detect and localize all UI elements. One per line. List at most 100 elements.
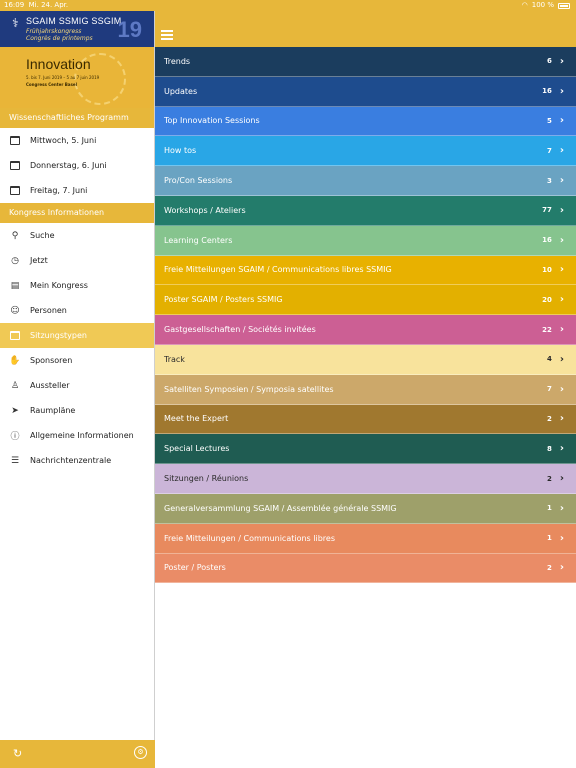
session-count-badge: 7 bbox=[547, 385, 552, 394]
session-type-row[interactable]: Updates 16 › bbox=[155, 76, 576, 107]
session-type-row[interactable]: Learning Centers 16 › bbox=[155, 225, 576, 256]
session-count-badge: 7 bbox=[547, 146, 552, 155]
sidebar-item-sitzungstypen[interactable]: Sitzungstypen bbox=[0, 323, 154, 348]
sidebar-day-item[interactable]: Freitag, 7. Juni bbox=[0, 178, 154, 203]
status-bar: 16:09 Mi. 24. Apr. ◠ 100 % bbox=[0, 0, 576, 11]
sidebar-item-label: Sitzungstypen bbox=[30, 331, 87, 340]
session-type-row[interactable]: Poster / Posters 2 › bbox=[155, 553, 576, 584]
handshake-icon: ✋ bbox=[9, 355, 21, 366]
chevron-right-icon: › bbox=[559, 204, 564, 216]
session-count-badge: 2 bbox=[547, 563, 552, 572]
sidebar-item-label: Nachrichtenzentrale bbox=[30, 456, 112, 465]
hamburger-menu-icon[interactable] bbox=[161, 30, 173, 40]
sidebar-item-label: Jetzt bbox=[30, 256, 48, 265]
info-icon: ⓘ bbox=[10, 432, 20, 442]
session-count-badge: 77 bbox=[542, 206, 552, 215]
chevron-right-icon: › bbox=[559, 115, 564, 127]
chevron-right-icon: › bbox=[559, 234, 564, 246]
session-type-row[interactable]: Poster SGAIM / Posters SSMIG 20 › bbox=[155, 285, 576, 316]
status-right: ◠ 100 % bbox=[522, 0, 570, 11]
session-type-row[interactable]: Track 4 › bbox=[155, 344, 576, 375]
sidebar-item-label: Personen bbox=[30, 306, 67, 315]
banner-subtitle-de: Frühjahrskongress bbox=[26, 28, 82, 35]
calendar-icon bbox=[10, 161, 20, 171]
chevron-right-icon: › bbox=[559, 175, 564, 187]
sidebar-item-suche[interactable]: ⚲ Suche bbox=[0, 223, 154, 248]
sidebar-item-mein-kongress[interactable]: ▤ Mein Kongress bbox=[0, 273, 154, 298]
session-type-row[interactable]: How tos 7 › bbox=[155, 136, 576, 167]
wifi-icon: ◠ bbox=[521, 1, 528, 9]
session-count-badge: 3 bbox=[547, 176, 552, 185]
sidebar-item-label: Allgemeine Informationen bbox=[30, 431, 134, 440]
session-type-row[interactable]: Freie Mitteilungen SGAIM / Communication… bbox=[155, 255, 576, 286]
session-count-badge: 1 bbox=[547, 534, 552, 543]
top-bar bbox=[155, 11, 576, 47]
chevron-right-icon: › bbox=[559, 353, 564, 365]
chevron-right-icon: › bbox=[559, 502, 564, 514]
sidebar-item-label: Aussteller bbox=[30, 381, 70, 390]
sidebar-item-jetzt[interactable]: ◷ Jetzt bbox=[0, 248, 154, 273]
sidebar-item-raumpläne[interactable]: ➤ Raumpläne bbox=[0, 398, 154, 423]
sidebar-item-personen[interactable]: ☺ Personen bbox=[0, 298, 154, 323]
clock-icon: ◷ bbox=[11, 255, 19, 266]
banner-title: Innovation bbox=[26, 56, 91, 72]
banner-org: SGAIM SSMIG SSGIM bbox=[26, 16, 122, 26]
session-type-label: Pro/Con Sessions bbox=[164, 176, 233, 186]
session-count-badge: 20 bbox=[542, 295, 552, 304]
session-type-label: Gastgesellschaften / Sociétés invitées bbox=[164, 325, 316, 335]
session-count-badge: 10 bbox=[542, 265, 552, 274]
session-count-badge: 5 bbox=[547, 116, 552, 125]
session-type-row[interactable]: Special Lectures 8 › bbox=[155, 434, 576, 465]
session-type-row[interactable]: Workshops / Ateliers 77 › bbox=[155, 195, 576, 226]
session-type-label: Track bbox=[164, 354, 185, 364]
status-time-date: 16:09 Mi. 24. Apr. bbox=[4, 1, 69, 9]
session-type-label: Meet the Expert bbox=[164, 414, 229, 424]
session-type-row[interactable]: Sitzungen / Réunions 2 › bbox=[155, 464, 576, 494]
session-type-row[interactable]: Meet the Expert 2 › bbox=[155, 404, 576, 435]
person-icon: ☺ bbox=[10, 305, 20, 316]
banner-subtitle-fr: Congrès de printemps bbox=[26, 35, 93, 42]
session-type-label: How tos bbox=[164, 146, 197, 156]
sidebar-day-item[interactable]: Mittwoch, 5. Juni bbox=[0, 128, 154, 153]
session-type-label: Learning Centers bbox=[164, 235, 233, 245]
sidebar-item-label: Suche bbox=[30, 231, 55, 240]
session-type-row[interactable]: Satelliten Symposien / Symposia satellit… bbox=[155, 374, 576, 405]
session-type-row[interactable]: Freie Mitteilungen / Communications libr… bbox=[155, 523, 576, 554]
session-type-label: Top Innovation Sessions bbox=[164, 116, 260, 126]
session-type-list: Trends 6 › Updates 16 › Top Innovation Session… bbox=[155, 47, 576, 584]
calendar-icon bbox=[10, 331, 20, 341]
banner-year: 19 bbox=[117, 17, 142, 42]
session-type-row[interactable]: Gastgesellschaften / Sociétés invitées 22… bbox=[155, 315, 576, 345]
session-count-badge: 16 bbox=[542, 87, 552, 96]
session-count-badge: 2 bbox=[547, 474, 552, 483]
chevron-right-icon: › bbox=[559, 562, 564, 574]
chevron-right-icon: › bbox=[559, 532, 564, 544]
calendar-icon bbox=[10, 186, 20, 196]
session-type-label: Special Lectures bbox=[164, 444, 230, 454]
book-icon: ▤ bbox=[10, 280, 20, 291]
sidebar-item-allgemeine-informationen[interactable]: ⓘ Allgemeine Informationen bbox=[0, 423, 154, 448]
sidebar-day-item[interactable]: Donnerstag, 6. Juni bbox=[0, 153, 154, 178]
chevron-right-icon: › bbox=[559, 443, 564, 455]
section-header-program: Wissenschaftliches Programm bbox=[0, 108, 154, 128]
sidebar-item-sponsoren[interactable]: ✋ Sponsoren bbox=[0, 348, 154, 373]
sidebar-item-aussteller[interactable]: ♙ Aussteller bbox=[0, 373, 154, 398]
battery-icon bbox=[558, 2, 570, 9]
chevron-right-icon: › bbox=[559, 413, 564, 425]
session-type-label: Freie Mitteilungen SGAIM / Communication… bbox=[164, 265, 392, 275]
settings-icon[interactable]: ⚙ bbox=[134, 746, 147, 759]
session-type-row[interactable]: Trends 6 › bbox=[155, 47, 576, 77]
sidebar-item-nachrichtenzentrale[interactable]: ☰ Nachrichtenzentrale bbox=[0, 448, 154, 473]
chevron-right-icon: › bbox=[559, 473, 564, 485]
session-type-label: Sitzungen / Réunions bbox=[164, 474, 249, 484]
session-count-badge: 8 bbox=[547, 444, 552, 453]
calendar-icon bbox=[10, 136, 20, 146]
refresh-icon[interactable]: ↻ bbox=[13, 747, 22, 760]
session-count-badge: 1 bbox=[547, 504, 552, 513]
session-type-row[interactable]: Pro/Con Sessions 3 › bbox=[155, 166, 576, 196]
session-type-row[interactable]: Generalversammlung SGAIM / Assemblée gén… bbox=[155, 493, 576, 524]
sidebar-item-label: Mittwoch, 5. Juni bbox=[30, 136, 97, 145]
sidebar: ⚕ SGAIM SSMIG SSGIM Frühjahrskongress Co… bbox=[0, 11, 155, 768]
session-type-row[interactable]: Top Innovation Sessions 5 › bbox=[155, 106, 576, 137]
banner-venue: Congress Center Basel bbox=[26, 82, 77, 87]
